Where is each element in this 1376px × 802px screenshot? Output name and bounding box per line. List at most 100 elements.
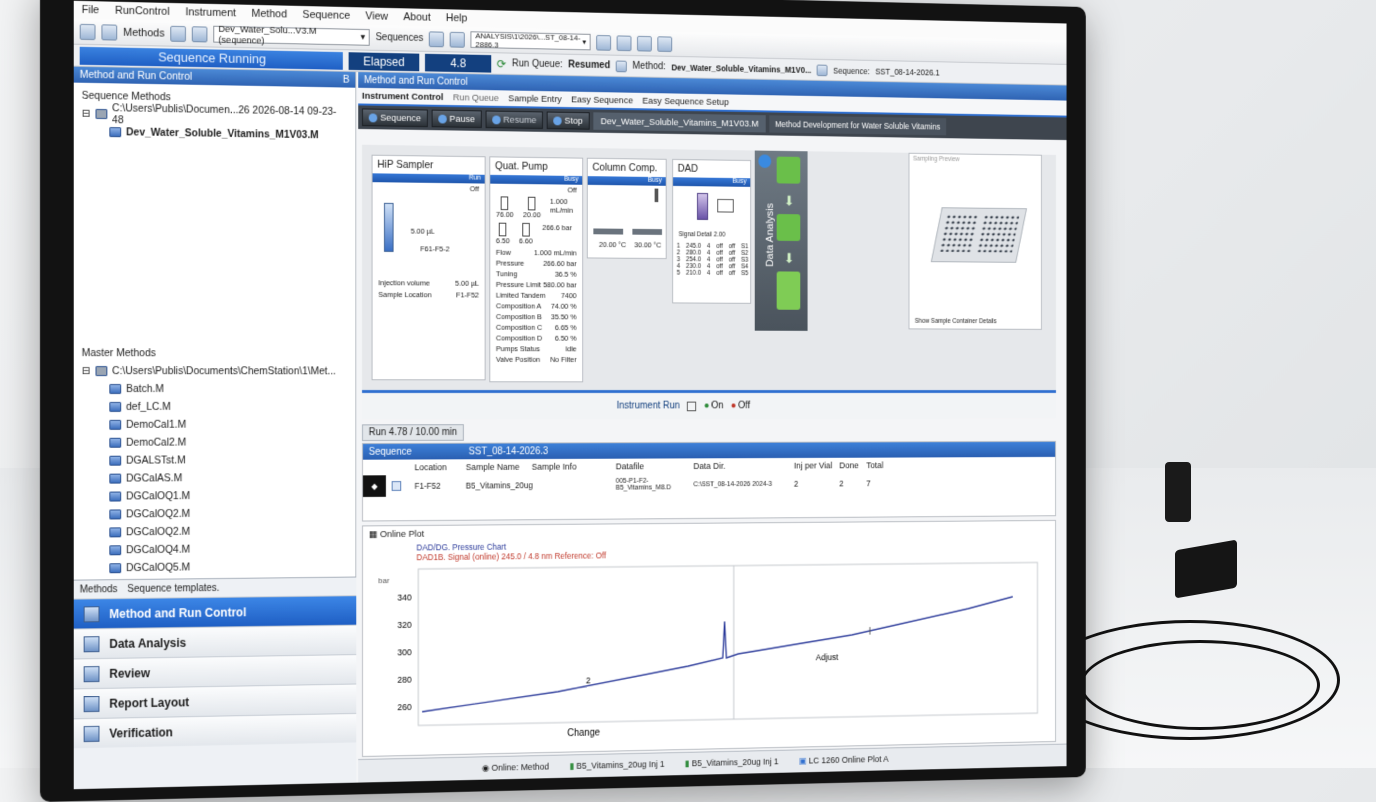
tree-item-method[interactable]: Batch.M bbox=[82, 380, 349, 398]
sequence-path-text: C:\Users\Publis\Documen...26 2026-08-14 … bbox=[112, 102, 348, 130]
tree-item-method[interactable]: DGALSTst.M bbox=[82, 451, 349, 470]
module-sampler[interactable]: HiP Sampler Run Off 5.00 µL F61-F5-2 Inj… bbox=[372, 155, 486, 381]
save-method-icon[interactable] bbox=[192, 26, 208, 42]
dad-signal-cell: 4 bbox=[707, 256, 710, 263]
method-name: DemoCal2.M bbox=[126, 437, 186, 449]
sampler-title: HiP Sampler bbox=[373, 156, 485, 175]
column-left-icon bbox=[593, 228, 623, 234]
tree-item-method[interactable]: DemoCal1.M bbox=[82, 416, 349, 434]
tab-sample-entry[interactable]: Sample Entry bbox=[508, 93, 561, 105]
sampler-state: Off bbox=[373, 182, 485, 194]
resume-button[interactable]: Resume bbox=[485, 111, 543, 129]
load-method-icon[interactable] bbox=[170, 25, 186, 41]
instrument-run-bar: Instrument Run ● On ● Off bbox=[362, 390, 1056, 419]
sequence-button[interactable]: Sequence bbox=[362, 108, 428, 127]
off-button[interactable]: Off bbox=[738, 401, 750, 412]
tab-online-method-label: Online: Method bbox=[492, 762, 549, 773]
tree-item-master-path[interactable]: ⊟ C:\Users\Publis\Documents\ChemStation\… bbox=[82, 362, 349, 380]
table-row[interactable]: ◆ F1-F52 B5_Vitamins_20ug 005-P1-F2-B5_V… bbox=[363, 472, 1055, 497]
column-right-temp: 30.00 °C bbox=[634, 240, 661, 249]
pin-icon[interactable]: B bbox=[343, 74, 350, 86]
module-pump[interactable]: Quat. Pump Busy Off 76.00 20.00 1.000 mL… bbox=[489, 156, 583, 382]
pump-parameter-row: Composition B35.50 % bbox=[490, 311, 582, 322]
tab-run-queue[interactable]: Run Queue bbox=[453, 92, 499, 104]
dad-signal-cell: 3 bbox=[677, 256, 680, 263]
report-icon[interactable] bbox=[637, 35, 652, 51]
tab-data-file-1[interactable]: ▮ B5_Vitamins_20ug Inj 1 bbox=[570, 759, 665, 772]
menu-about[interactable]: About bbox=[403, 11, 430, 23]
dad-signal-cell: 4 bbox=[707, 270, 710, 277]
nav-verification[interactable]: Verification bbox=[74, 713, 357, 748]
dad-signal-cell: 5 bbox=[677, 270, 680, 277]
nav-label: Method and Run Control bbox=[109, 605, 246, 621]
sampler-location: F61-F5-2 bbox=[420, 244, 449, 253]
method-file-icon bbox=[109, 127, 121, 137]
collapse-icon[interactable]: ⊟ bbox=[82, 365, 91, 377]
method-select-value: Dev_Water_Solu...V3.M (sequence) bbox=[218, 23, 360, 48]
nav-data-analysis[interactable]: Data Analysis bbox=[74, 625, 357, 659]
stop-icon bbox=[553, 116, 561, 125]
preview-caption: Show Sample Container Details bbox=[915, 318, 997, 325]
tab-easy-sequence-setup[interactable]: Easy Sequence Setup bbox=[642, 95, 729, 107]
tab-data-file-2[interactable]: ▮ B5_Vitamins_20ug Inj 1 bbox=[685, 757, 779, 770]
menu-instrument[interactable]: Instrument bbox=[185, 6, 236, 19]
dad-status-bar: Busy bbox=[673, 177, 750, 187]
method-name: Dev_Water_Soluble_Vitamins_M1V0... bbox=[671, 62, 811, 74]
on-button[interactable]: On bbox=[711, 401, 723, 412]
menu-sequence[interactable]: Sequence bbox=[302, 9, 350, 22]
tree-item-method[interactable]: DGCalOQ2.M bbox=[82, 504, 349, 524]
tree-item-sequence-path[interactable]: ⊟ C:\Users\Publis\Documen...26 2026-08-1… bbox=[82, 105, 348, 127]
tab-online-plot[interactable]: ▣ LC 1260 Online Plot A bbox=[799, 754, 889, 767]
method-select[interactable]: Dev_Water_Solu...V3.M (sequence) ▾ bbox=[213, 26, 369, 46]
tree-item-method[interactable]: DGCalAS.M bbox=[82, 469, 349, 488]
tree-item-method[interactable]: DemoCal2.M bbox=[82, 433, 349, 452]
pause-button[interactable]: Pause bbox=[431, 110, 481, 128]
layout-icon[interactable] bbox=[596, 35, 611, 51]
sequence-select[interactable]: ANALYSIS\1\2026\...ST_08-14-2886.3 ▾ bbox=[471, 31, 591, 50]
menu-runcontrol[interactable]: RunControl bbox=[115, 5, 170, 18]
column-left-temp: 20.00 °C bbox=[599, 240, 626, 249]
instrument-icon[interactable] bbox=[80, 23, 96, 39]
tab-methods[interactable]: Methods bbox=[80, 584, 118, 595]
vial-icon[interactable] bbox=[101, 24, 117, 40]
module-column[interactable]: Column Comp. Busy 20.00 °C 30.00 °C bbox=[587, 158, 667, 259]
module-dad[interactable]: DAD Busy Signal Detail 2.00 1245.04offof… bbox=[672, 159, 751, 304]
y-tick: 260 bbox=[397, 702, 411, 712]
menu-file[interactable]: File bbox=[82, 4, 100, 16]
dad-signal-cell: 4 bbox=[677, 263, 680, 270]
master-methods-tree: Master Methods ⊟ C:\Users\Publis\Documen… bbox=[74, 340, 357, 582]
pause-button-label: Pause bbox=[449, 113, 474, 124]
tab-easy-sequence[interactable]: Easy Sequence bbox=[571, 94, 633, 106]
expand-icon[interactable] bbox=[687, 401, 696, 411]
menu-help[interactable]: Help bbox=[446, 12, 467, 24]
dad-signal-cell: off bbox=[716, 270, 723, 277]
tree-item-method[interactable]: DGCalOQ5.M bbox=[82, 557, 349, 578]
sample-location-label: Sample Location bbox=[378, 290, 431, 299]
chevron-down-icon: ▾ bbox=[582, 38, 586, 47]
print-icon[interactable] bbox=[658, 36, 673, 52]
globe-icon bbox=[758, 154, 771, 168]
data-analysis-shortcut[interactable]: ⬇ ⬇ Data Analysis bbox=[755, 151, 808, 331]
tree-item-method[interactable]: def_LC.M bbox=[82, 398, 349, 416]
menu-view[interactable]: View bbox=[365, 10, 388, 22]
save-sequence-icon[interactable] bbox=[450, 31, 465, 47]
row-checkbox[interactable] bbox=[392, 481, 402, 491]
solvent-bottles-bottom: 6.50 6.60 266.6 bar bbox=[490, 221, 582, 248]
cell-done: 2 bbox=[839, 479, 866, 489]
menu-method[interactable]: Method bbox=[252, 8, 288, 21]
stop-button[interactable]: Stop bbox=[547, 112, 590, 130]
pump-parameter-row: Composition D6.50 % bbox=[490, 333, 582, 344]
bottle-a-value: 76.00 bbox=[496, 210, 514, 219]
load-sequence-icon[interactable] bbox=[429, 31, 444, 47]
nav-method-run-control[interactable]: Method and Run Control bbox=[74, 595, 357, 628]
tree-item-method[interactable]: DGCalOQ1.M bbox=[82, 486, 349, 505]
collapse-icon[interactable]: ⊟ bbox=[82, 108, 91, 120]
preview-title: Sampling Preview bbox=[909, 154, 1041, 166]
bottle-icon bbox=[499, 223, 507, 237]
table-icon[interactable] bbox=[617, 35, 632, 51]
run-queue-label: Run Queue: bbox=[512, 58, 563, 70]
tree-item-method[interactable]: DGCalOQ2.M bbox=[82, 522, 349, 542]
pump-parameter-value: 74.00 % bbox=[551, 302, 577, 311]
tab-sequence-templates[interactable]: Sequence templates. bbox=[127, 582, 219, 594]
tab-instrument-control[interactable]: Instrument Control bbox=[362, 90, 443, 102]
